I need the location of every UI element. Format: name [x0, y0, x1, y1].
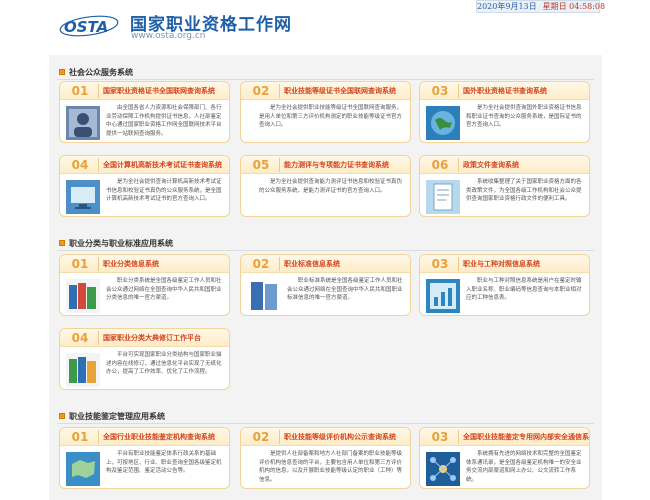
section-title-occupation-standards: 职业分类与职业标准应用系统: [59, 237, 173, 249]
card-number: 01: [71, 430, 89, 444]
card-number-divider: [458, 430, 459, 444]
card-description: 是为全社会提供查询国外职业资格证书信息和职业证书查询的公众服务系统，是国际证书的…: [466, 105, 582, 128]
card-title[interactable]: 全国行业职业技能鉴定机构查询系统: [103, 432, 215, 442]
service-card[interactable]: 04 全国计算机高新技术考试证书查询系统 是为全社会提供查询计算机高新技术考试证…: [59, 155, 230, 217]
card-number: 05: [252, 158, 270, 172]
card-number: 01: [71, 257, 89, 271]
card-description: 由全国各省人力资源和社会保障部门、各行业劳动保障工作机构提供证书信息，人社部鉴定…: [106, 105, 222, 137]
service-card[interactable]: 02 职业技能等级证书全国联网查询系统 是为全社会提供职业技能等级证书全国联网查…: [240, 81, 411, 143]
service-card[interactable]: 02 职业标准信息系统 职业标准系统是全国各级鉴定工作人员和社会公众通过网络在全…: [240, 254, 411, 316]
card-number-divider: [98, 257, 99, 271]
card-description: 职业标准系统是全国各级鉴定工作人员和社会公众通过网络在全国查询中华人民共和国职业…: [287, 278, 403, 301]
card-number: 01: [71, 84, 89, 98]
chart-icon: [426, 279, 460, 313]
card-description: 职业与工种对照信息系统是用户在鉴定时输入职业名称、职业编码等信息查询与本职业相对…: [466, 278, 582, 301]
logo-text: OSTA: [64, 18, 108, 36]
card-number: 03: [431, 430, 449, 444]
globe-icon: [426, 106, 460, 140]
card-number: 04: [71, 331, 89, 345]
computer-icon: [66, 180, 100, 214]
service-card[interactable]: 04 国家职业分类大典修订工作平台 平台可实现国家职业分类结构与国家职业描述内容…: [59, 328, 230, 390]
card-number: 02: [252, 257, 270, 271]
section-divider: [57, 423, 594, 424]
card-number: 02: [252, 430, 270, 444]
card-title[interactable]: 职业与工种对照信息系统: [463, 259, 540, 269]
card-title[interactable]: 职业标准信息系统: [284, 259, 340, 269]
card-description: 是为全社会提供查询计算机高新技术考试证书信息和校验证书真伪的公众服务系统，是全国…: [106, 179, 222, 202]
card-title[interactable]: 全国计算机高新技术考试证书查询系统: [103, 160, 222, 170]
card-description: 系统拥有先进的网络技术和完整的全国鉴定体系通讯录，是全国各级鉴定机构唯一的安全业…: [466, 451, 582, 483]
service-card[interactable]: 01 全国行业职业技能鉴定机构查询系统 平台有职业技能鉴定体系行政关系的基础上，…: [59, 427, 230, 489]
card-title[interactable]: 职业分类信息系统: [103, 259, 159, 269]
bullet-square-icon: [59, 240, 65, 246]
network-icon: [426, 452, 460, 486]
service-card[interactable]: 03 职业与工种对照信息系统 职业与工种对照信息系统是用户在鉴定时输入职业名称、…: [419, 254, 590, 316]
card-description: 是为全社会提供职业技能等级证书全国联网查询服务，是用人单位和第三方评价机构测定的…: [259, 105, 403, 128]
card-description: 职业分类系统是全国各级鉴定工作人员和社会公众通过网络在全国查询中华人民共和国职业…: [106, 278, 222, 301]
card-number-divider: [279, 430, 280, 444]
service-card[interactable]: 01 职业分类信息系统 职业分类系统是全国各级鉴定工作人员和社会公众通过网络在全…: [59, 254, 230, 316]
section-title-skills-appraisal: 职业技能鉴定管理应用系统: [59, 410, 165, 422]
time-text: 星期日 04:58:08: [542, 2, 606, 11]
section-title-label: 社会公众服务系统: [69, 67, 133, 77]
books-icon: [66, 279, 100, 313]
card-description: 是为全社会提供查询能力测评证书信息和校验证书真伪的公众服务系统，是能力测评证书的…: [259, 179, 403, 194]
card-title[interactable]: 能力测评与专项能力证书查询系统: [284, 160, 389, 170]
card-number-divider: [98, 84, 99, 98]
card-title[interactable]: 政策文件查询系统: [463, 160, 519, 170]
map-icon: [66, 452, 100, 486]
card-number: 06: [431, 158, 449, 172]
service-card[interactable]: 06 政策文件查询系统 系统收集整理了关于国家职业资格方面的各类政策文件，为全国…: [419, 155, 590, 217]
card-number-divider: [458, 158, 459, 172]
card-number: 02: [252, 84, 270, 98]
section-title-label: 职业分类与职业标准应用系统: [69, 238, 173, 248]
card-title[interactable]: 职业技能等级证书全国联网查询系统: [284, 86, 396, 96]
service-card[interactable]: 03 国外职业资格证书查询系统 是为全社会提供查询国外职业资格证书信息和职业证书…: [419, 81, 590, 143]
card-number: 03: [431, 257, 449, 271]
card-number-divider: [279, 84, 280, 98]
site-header: OSTA 国家职业资格工作网 www.osta.org.cn 2020年9月13…: [0, 0, 650, 52]
card-number-divider: [279, 158, 280, 172]
card-number-divider: [458, 84, 459, 98]
card-number-divider: [98, 430, 99, 444]
card-number: 03: [431, 84, 449, 98]
card-description: 平台有职业技能鉴定体系行政关系的基础上，可按地区、行业、职业查询全国各级鉴定机构…: [106, 451, 222, 474]
card-number-divider: [98, 331, 99, 345]
datetime-display: 2020年9月13日 星期日 04:58:08: [476, 0, 605, 13]
card-title[interactable]: 国家职业分类大典修订工作平台: [103, 333, 201, 343]
standards-icon: [247, 279, 281, 313]
service-card[interactable]: 01 国家职业资格证书全国联网查询系统 由全国各省人力资源和社会保障部门、各行业…: [59, 81, 230, 143]
bullet-square-icon: [59, 69, 65, 75]
card-number-divider: [98, 158, 99, 172]
site-url: www.osta.org.cn: [131, 31, 206, 41]
card-number-divider: [458, 257, 459, 271]
main-content: 社会公众服务系统 01 国家职业资格证书全国联网查询系统 由全国各省人力资源和社…: [49, 55, 602, 500]
service-card[interactable]: 03 全国职业技能鉴定专用网内部安全通信系统 系统拥有先进的网络技术和完整的全国…: [419, 427, 590, 489]
card-title[interactable]: 职业技能等级评价机构公示查询系统: [284, 432, 396, 442]
card-number-divider: [279, 257, 280, 271]
service-card[interactable]: 05 能力测评与专项能力证书查询系统 是为全社会提供查询能力测评证书信息和校验证…: [240, 155, 411, 217]
date-text: 2020年9月13日: [477, 2, 537, 11]
section-title-label: 职业技能鉴定管理应用系统: [69, 411, 165, 421]
section-divider: [57, 79, 594, 80]
person-photo-icon: [66, 106, 100, 140]
document-icon: [426, 180, 460, 214]
service-card[interactable]: 02 职业技能等级评价机构公示查询系统 是提供人社部备案和地方人社部门备案的职业…: [240, 427, 411, 489]
bullet-square-icon: [59, 413, 65, 419]
card-description: 平台可实现国家职业分类结构与国家职业描述内容在线修订，通过信息化平台实现了无纸化…: [106, 352, 222, 375]
section-divider: [57, 250, 594, 251]
card-title[interactable]: 国外职业资格证书查询系统: [463, 86, 547, 96]
osta-logo[interactable]: OSTA: [58, 12, 120, 40]
card-description: 是提供人社部备案和地方人社部门备案的职业技能等级评价机构信息查询的平台，主要包含…: [259, 451, 403, 483]
card-title[interactable]: 国家职业资格证书全国联网查询系统: [103, 86, 215, 96]
books-icon: [66, 353, 100, 387]
section-title-public-service: 社会公众服务系统: [59, 66, 133, 78]
card-title[interactable]: 全国职业技能鉴定专用网内部安全通信系统: [463, 432, 589, 442]
card-description: 系统收集整理了关于国家职业资格方面的各类政策文件，为全国各级工作机构和社会公众提…: [466, 179, 582, 202]
card-number: 04: [71, 158, 89, 172]
